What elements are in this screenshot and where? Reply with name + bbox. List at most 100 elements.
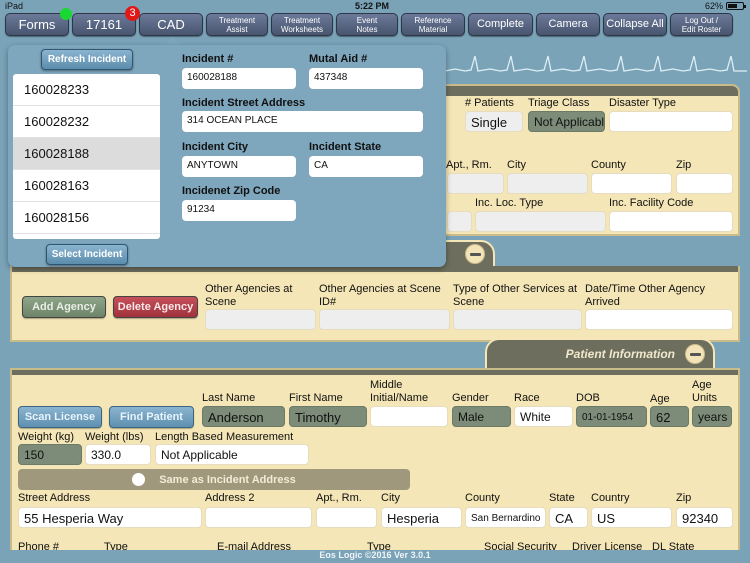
incident-street-field[interactable]: 314 OCEAN PLACE (182, 111, 423, 132)
county-label: County (465, 492, 500, 504)
nav-label: Log Out / Edit Roster (681, 15, 722, 34)
nav-camera-button[interactable]: Camera (536, 13, 600, 36)
state-label: State (549, 492, 575, 504)
incident-list-item[interactable]: 160028232 (13, 106, 160, 138)
incident-list-item[interactable]: 160028163 (13, 170, 160, 202)
incident-list-item[interactable]: 160028233 (13, 74, 160, 106)
delete-agency-button[interactable]: Delete Agency (113, 296, 198, 318)
city-field[interactable]: Hesperia (381, 507, 462, 528)
nav-run-number-button[interactable]: 17161 3 (72, 6, 140, 36)
incident-list-item[interactable]: 160028156 (13, 202, 160, 234)
weight-kg-field[interactable]: 150 (18, 444, 82, 465)
collapse-agencies-icon[interactable] (465, 244, 485, 264)
agency-arrived-label: Date/Time Other Agency Arrived (585, 283, 706, 308)
notification-badge: 3 (125, 6, 140, 21)
nav-label: Forms (18, 17, 56, 32)
incident-city-popover-field[interactable]: ANYTOWN (182, 156, 296, 177)
nav-collapse-all-button[interactable]: Collapse All (603, 13, 667, 36)
carrier-label: iPad (5, 1, 24, 11)
middle-name-field[interactable] (370, 406, 448, 427)
first-name-label: First Name (289, 392, 343, 404)
nav-label: Treatment Worksheets (280, 15, 324, 34)
status-bar: iPad 5:22 PM 62% (0, 0, 750, 12)
incident-state-label: Incident State (309, 141, 382, 153)
footer-version: Eos Logic ©2016 Ver 3.0.1 (0, 550, 750, 563)
length-measurement-label: Length Based Measurement (155, 431, 294, 443)
incident-state-field[interactable]: CA (309, 156, 423, 177)
nav-label: 17161 (85, 17, 123, 32)
incident-apt-field[interactable] (447, 173, 504, 194)
nav-logout-button[interactable]: Log Out / Edit Roster (670, 13, 733, 36)
dob-field[interactable]: 01-01-1954 (576, 406, 647, 427)
age-field[interactable]: 62 (650, 406, 689, 427)
other-services-field[interactable] (453, 309, 582, 330)
collapse-patient-icon[interactable] (685, 344, 705, 364)
first-name-field[interactable]: Timothy (289, 406, 367, 427)
battery-indicator: 62% (704, 1, 746, 11)
street-field[interactable]: 55 Hesperia Way (18, 507, 202, 528)
incident-number-field[interactable]: 160028188 (182, 68, 296, 89)
same-as-incident-toggle[interactable]: Same as Incident Address (18, 469, 410, 490)
address2-field[interactable] (205, 507, 312, 528)
age-units-field[interactable]: years (692, 406, 732, 427)
loc-type-label: Inc. Loc. Type (475, 197, 544, 209)
nav-treatment-worksheets-button[interactable]: Treatment Worksheets (271, 13, 333, 36)
nav-complete-button[interactable]: Complete (468, 13, 533, 36)
scan-license-button[interactable]: Scan License (18, 406, 102, 428)
top-nav: Forms 17161 3 CAD Treatment Assist Treat… (5, 6, 747, 36)
incident-city-field[interactable] (507, 173, 588, 194)
dob-label: DOB (576, 392, 600, 404)
city-label: City (381, 492, 400, 504)
incident-zip-popover-field[interactable]: 91234 (182, 200, 296, 221)
loc-type-field[interactable] (475, 211, 606, 232)
nav-label: Collapse All (606, 18, 664, 30)
last-name-field[interactable]: Anderson (202, 406, 285, 427)
apt-field[interactable] (316, 507, 377, 528)
race-field[interactable]: White (514, 406, 573, 427)
other-agencies-id-field[interactable] (319, 309, 450, 330)
length-measurement-field[interactable]: Not Applicable (155, 444, 309, 465)
gender-field[interactable]: Male (452, 406, 511, 427)
radio-icon[interactable] (132, 473, 146, 486)
incident-field-partial[interactable] (447, 211, 472, 232)
incident-list-item-selected[interactable]: 160028188 (13, 138, 160, 170)
county-field[interactable]: San Bernardino (465, 507, 546, 528)
select-incident-button[interactable]: Select Incident (46, 244, 128, 265)
patient-section-header[interactable]: Patient Information (485, 338, 715, 370)
state-field[interactable]: CA (549, 507, 588, 528)
disaster-type-field[interactable] (609, 111, 733, 132)
last-name-label: Last Name (202, 392, 256, 404)
incident-city-label: City (507, 159, 526, 171)
add-agency-button[interactable]: Add Agency (22, 296, 106, 318)
nav-event-notes-button[interactable]: Event Notes (336, 13, 398, 36)
weight-kg-label: Weight (kg) (18, 431, 75, 443)
agency-arrived-field[interactable] (585, 309, 733, 330)
street-label: Street Address (18, 492, 91, 504)
nav-forms-button[interactable]: Forms (5, 8, 72, 36)
nav-treatment-assist-button[interactable]: Treatment Assist (206, 13, 268, 36)
country-field[interactable]: US (591, 507, 672, 528)
battery-percent: 62% (704, 1, 723, 11)
mutual-aid-label: Mutal Aid # (309, 53, 368, 65)
facility-code-field[interactable] (609, 211, 733, 232)
refresh-incident-button[interactable]: Refresh Incident (41, 49, 133, 70)
patients-field[interactable]: Single (465, 111, 523, 132)
other-agencies-field[interactable] (205, 309, 316, 330)
incident-county-field[interactable] (591, 173, 672, 194)
mutual-aid-field[interactable]: 437348 (309, 68, 423, 89)
disaster-type-label: Disaster Type (609, 97, 677, 109)
triage-class-field[interactable]: Not Applicabl (528, 111, 605, 132)
incident-list[interactable]: 160028233 160028232 160028188 160028163 … (13, 74, 160, 239)
find-patient-button[interactable]: Find Patient (109, 406, 194, 428)
weight-lbs-field[interactable]: 330.0 (85, 444, 151, 465)
zip-field[interactable]: 92340 (676, 507, 733, 528)
nav-label: Event Notes (356, 15, 378, 34)
weight-lbs-label: Weight (lbs) (85, 431, 144, 443)
nav-cad-button[interactable]: CAD (139, 13, 203, 36)
incident-zip-field[interactable] (676, 173, 733, 194)
other-services-label: Type of Other Services at Scene (453, 283, 578, 308)
middle-name-label: Middle Initial/Name (370, 379, 429, 404)
nav-reference-material-button[interactable]: Reference Material (401, 13, 465, 36)
nav-label: Treatment Assist (218, 15, 256, 34)
country-label: Country (591, 492, 630, 504)
